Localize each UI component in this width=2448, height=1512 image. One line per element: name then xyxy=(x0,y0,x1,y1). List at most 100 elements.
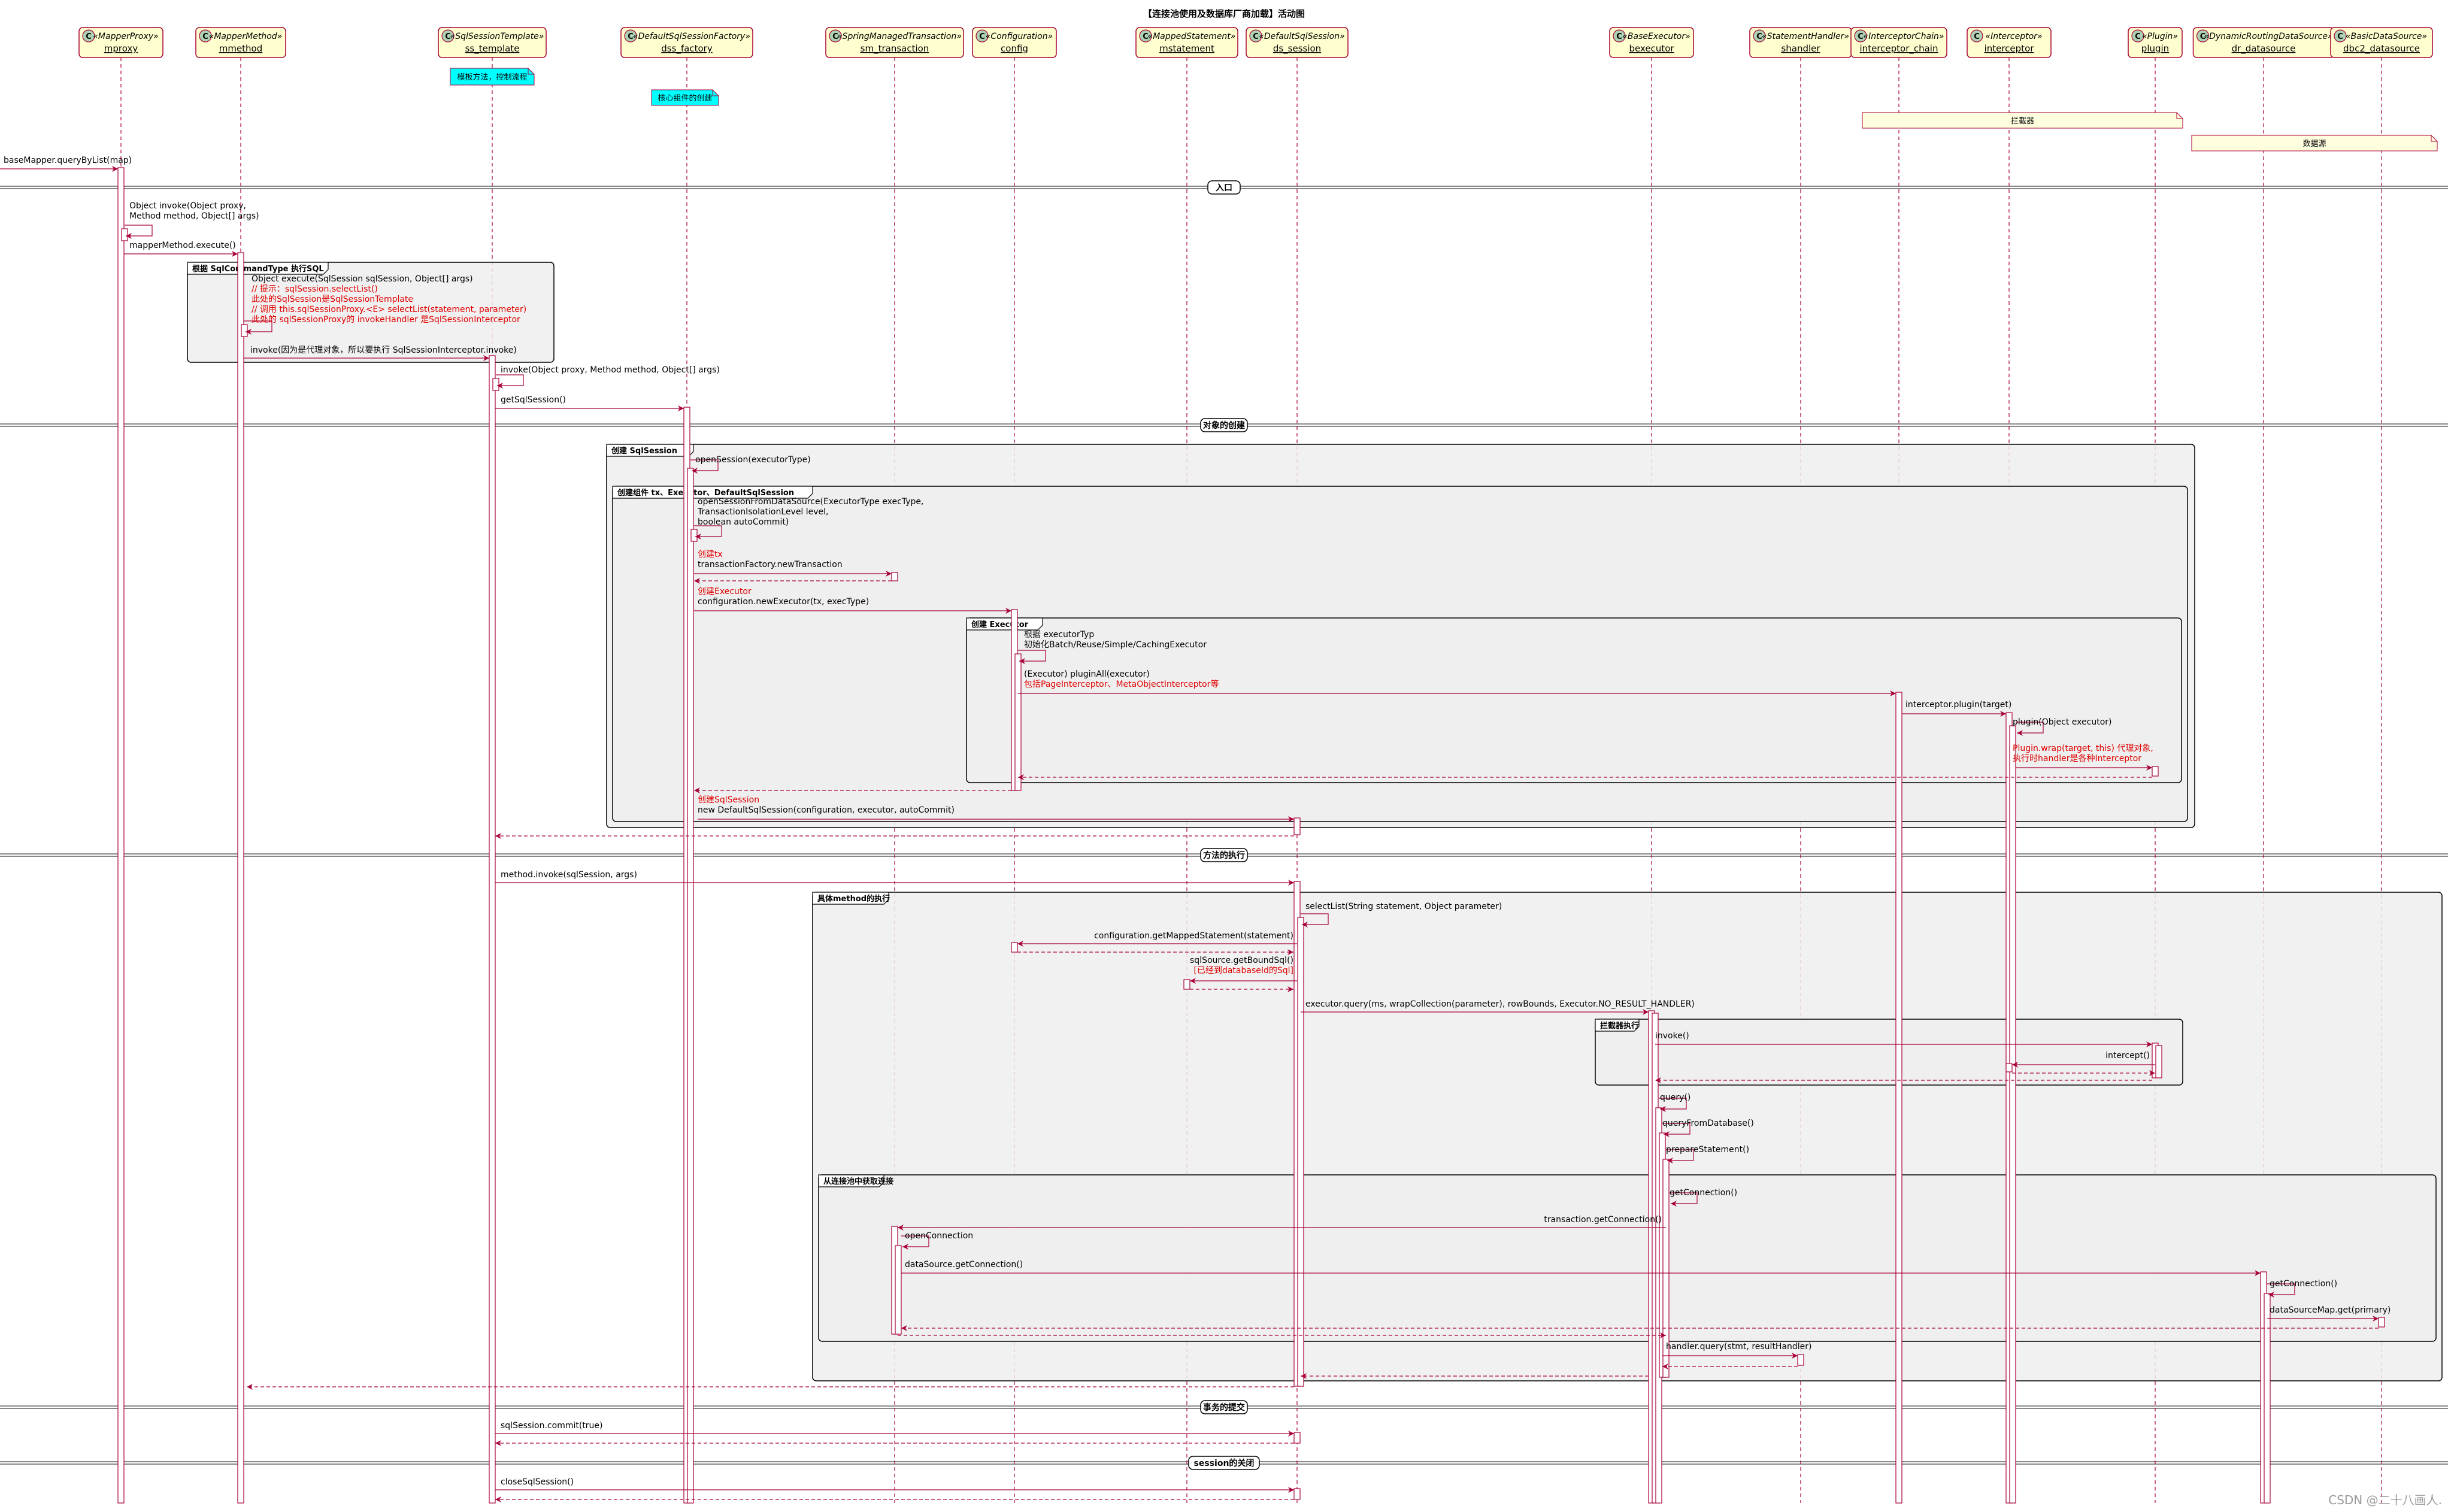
participant-stereotype: «MappedStatement» xyxy=(1148,32,1236,41)
svg-text:C: C xyxy=(979,32,985,41)
group-title: 具体method的执行 xyxy=(817,894,890,904)
message-label: openConnection xyxy=(905,1231,973,1241)
message-label: 创建tx xyxy=(698,550,723,559)
participant-mmethod: C «MapperMethod» mmethod xyxy=(195,27,286,58)
message-label: Object invoke(Object proxy, xyxy=(129,201,246,211)
participant-bexecutor: C «BaseExecutor» bexecutor xyxy=(1609,27,1694,58)
participant-name: dss_factory xyxy=(661,43,713,54)
activation-bar xyxy=(1293,817,1301,835)
message-label: intercept() xyxy=(2105,1051,2150,1060)
svg-text:C: C xyxy=(1974,32,1980,41)
participant-stereotype: «DynamicRoutingDataSource» xyxy=(2204,32,2332,41)
message-label: 创建Executor xyxy=(698,587,752,596)
message-label: configuration.newExecutor(tx, execType) xyxy=(698,597,869,607)
participant-interceptor_chain: C «InterceptorChain» interceptor_chain xyxy=(1850,27,1947,58)
message-label: new DefaultSqlSession(configuration, exe… xyxy=(698,805,955,815)
message-label: handler.query(stmt, resultHandler) xyxy=(1666,1342,1812,1352)
note-text: 核心组件的创建 xyxy=(658,93,712,103)
svg-text:C: C xyxy=(86,32,92,41)
message-label: interceptor.plugin(target) xyxy=(1905,700,2011,710)
message-label: query() xyxy=(1660,1093,1690,1102)
diagram-title: 【连接池使用及数据库厂商加载】活动图 xyxy=(1143,8,1305,19)
message-label: openSessionFromDataSource(ExecutorType e… xyxy=(698,497,923,507)
message-label: baseMapper.queryByList(map) xyxy=(4,156,132,165)
participant-stereotype: «DefaultSqlSessionFactory» xyxy=(633,32,750,41)
participant-stereotype: «InterceptorChain» xyxy=(1863,32,1944,41)
message-label: sqlSource.getBoundSql() xyxy=(1190,956,1293,965)
activation-bar xyxy=(2152,766,2159,777)
divider-d3: 方法的执行 xyxy=(0,848,2448,862)
activation-bar xyxy=(1014,653,1022,791)
participant-name: interceptor xyxy=(1985,43,2035,54)
message-label: sqlSession.commit(true) xyxy=(501,1421,603,1431)
svg-text:C: C xyxy=(1616,32,1622,41)
group-title: 创建组件 tx、Executor、DefaultSqlSession xyxy=(617,488,794,498)
svg-text:C: C xyxy=(1858,32,1864,41)
participant-stereotype: «Interceptor» xyxy=(1985,32,2042,41)
svg-text:C: C xyxy=(202,32,208,41)
participant-stereotype: «DefaultSqlSession» xyxy=(1259,32,1345,41)
message-label: getConnection() xyxy=(1670,1188,1737,1198)
participant-stereotype: «MapperProxy» xyxy=(93,32,158,41)
group-title: 从连接池中获取连接 xyxy=(823,1177,893,1186)
activation-bar xyxy=(121,228,128,241)
message-label: invoke(因为是代理对象，所以要执行 SqlSessionIntercept… xyxy=(250,346,517,355)
activation-bar xyxy=(492,378,499,391)
activation-bar xyxy=(690,529,698,542)
participant-name: dbc2_datasource xyxy=(2343,43,2420,54)
note-text: 拦截器 xyxy=(2011,117,2034,126)
participant-stereotype: «BaseExecutor» xyxy=(1622,32,1690,41)
group-g6: 拦截器执行 xyxy=(1595,1019,2183,1086)
participant-name: plugin xyxy=(2141,43,2169,54)
divider-label: 事务的提交 xyxy=(1203,1402,1245,1413)
participant-shandler: C «StatementHandler»shandler xyxy=(1749,27,1852,58)
participant-name: ss_template xyxy=(465,43,520,54)
divider-d1: 入口 xyxy=(0,180,2448,195)
message-label: transactionFactory.newTransaction xyxy=(698,560,843,569)
activation-bar xyxy=(1297,917,1304,1387)
note-n1: 模板方法，控制流程 xyxy=(450,68,535,86)
message-label: executor.query(ms, wrapCollection(parame… xyxy=(1305,999,1695,1009)
participant-stereotype: «SpringManagedTransaction» xyxy=(837,32,962,41)
message-label: dataSource.getConnection() xyxy=(905,1260,1023,1269)
activation-bar xyxy=(1895,692,1902,1504)
divider-label: 对象的创建 xyxy=(1203,420,1245,431)
activation-bar xyxy=(2155,1045,2162,1078)
message-label: method.invoke(sqlSession, args) xyxy=(501,870,637,880)
divider-label: 入口 xyxy=(1216,183,1232,193)
divider-label: 方法的执行 xyxy=(1203,850,1245,860)
participant-interceptor: C «Interceptor» interceptor xyxy=(1967,27,2052,58)
message-m7: getSqlSession() xyxy=(495,395,684,411)
participant-config: C «Configuration» config xyxy=(972,27,1057,58)
activation-bar xyxy=(1293,1432,1301,1444)
note-n4: 数据源 xyxy=(2191,135,2438,151)
message-label: 执行时handler是各种Interceptor xyxy=(2013,754,2141,763)
message-label: openSession(executorType) xyxy=(695,455,811,465)
message-label: getSqlSession() xyxy=(501,395,566,405)
svg-text:C: C xyxy=(2337,32,2343,41)
message-label: plugin(Object executor) xyxy=(2013,717,2111,727)
message-label: 此处的SqlSession是SqlSessionTemplate xyxy=(252,295,413,304)
message-label: Plugin.wrap(target, this) 代理对象, xyxy=(2013,744,2153,753)
participant-mstatement: C«MappedStatement»mstatement xyxy=(1135,27,1238,58)
message-label: invoke() xyxy=(1655,1031,1689,1041)
message-m3: mapperMethod.execute() xyxy=(124,241,238,257)
participant-ds_session: C «DefaultSqlSession» ds_session xyxy=(1246,27,1349,58)
participant-name: dr_datasource xyxy=(2232,43,2296,54)
participant-name: shandler xyxy=(1781,43,1820,54)
sequence-diagram: 【连接池使用及数据库厂商加载】活动图 入口对象的创建方法的执行事务的提交 sess… xyxy=(0,8,2448,1507)
participant-stereotype: «Plugin» xyxy=(2142,32,2178,41)
message-label: 初始化Batch/Reuse/Simple/CachingExecutor xyxy=(1024,640,1207,650)
group-title: 拦截器执行 xyxy=(1600,1021,1639,1031)
activation-bar xyxy=(2264,1293,2271,1504)
participant-name: mmethod xyxy=(219,43,263,54)
message-label: 根据 executorTyp xyxy=(1024,630,1094,640)
message-label: boolean autoCommit) xyxy=(698,517,789,527)
message-label: Object execute(SqlSession sqlSession, Ob… xyxy=(252,274,473,284)
activation-bar xyxy=(895,1245,902,1335)
note-n3: 拦截器 xyxy=(1862,112,2183,129)
svg-text:C: C xyxy=(2135,32,2141,41)
activation-bar xyxy=(117,167,125,1504)
message-label: dataSourceMap.get(primary) xyxy=(2270,1305,2391,1315)
message-label: (Executor) pluginAll(executor) xyxy=(1024,669,1150,679)
